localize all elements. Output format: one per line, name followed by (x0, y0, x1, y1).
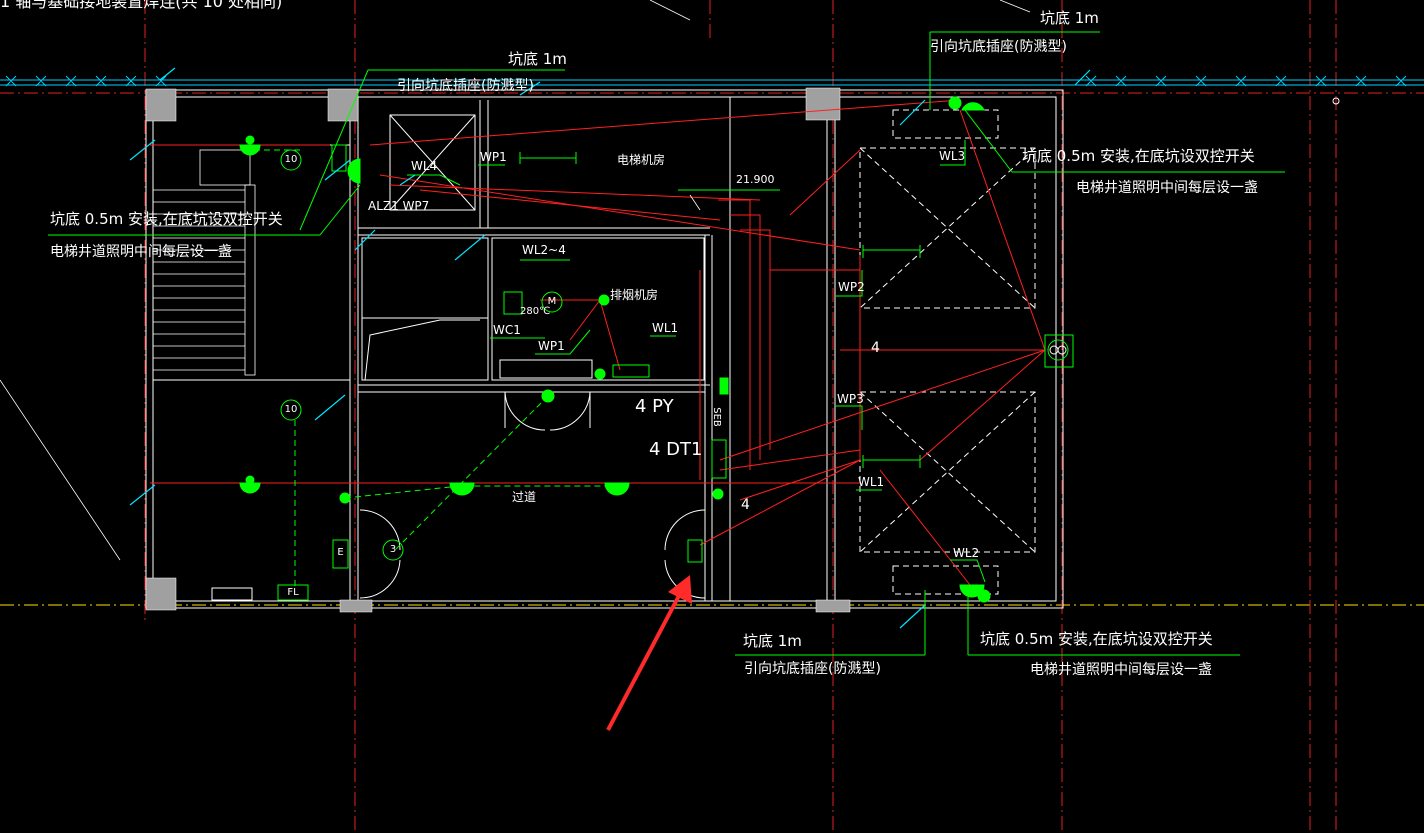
circuit-tag: WP3 (837, 392, 864, 406)
top-boundary-line (0, 75, 1424, 87)
socket-label: 引向坑底插座(防溅型) (744, 661, 881, 677)
shaft-light-note: 电梯井道照明中间每层设一盏 (1076, 180, 1258, 196)
equipment-box-label: E (337, 547, 344, 558)
equipment-box-label: FL (287, 587, 299, 598)
building-walls (145, 89, 1064, 609)
fixtures-green (48, 31, 1285, 656)
pit-1m-label: 坑底 1m (508, 50, 567, 68)
pit-05-instruction: 坑底 0.5m 安装,在底坑设双控开关 (50, 210, 283, 228)
motor-label: M (547, 296, 557, 307)
circuit-tag: WL2 (953, 546, 980, 560)
doors (211, 391, 706, 601)
annotation-arrow (606, 575, 692, 731)
circuit-tag: WL3 (939, 149, 966, 163)
fan-symbol (1049, 345, 1067, 355)
header-fragment-text: 1 轴与基础接地装置焊连(共 10 处相同) (0, 0, 283, 11)
temperature-tag: 280℃ (520, 306, 551, 317)
circuit-tag: WL1 (652, 321, 679, 335)
circuit-tag: ALZ1 WP7 (368, 199, 430, 213)
circuit-tag: WC1 (493, 323, 521, 337)
panel-tag: 4 PY (635, 396, 674, 417)
shaft-light-note: 电梯井道照明中间每层设一盏 (50, 244, 232, 260)
shaft-light-note: 电梯井道照明中间每层设一盏 (1030, 662, 1212, 678)
circle-number: 10 (284, 154, 298, 165)
elevation-mark: 21.900 (736, 173, 775, 186)
pit-05-instruction: 坑底 0.5m 安装,在底坑设双控开关 (1022, 147, 1255, 165)
structural-columns (145, 87, 851, 613)
circuit-tag: WP1 (480, 150, 507, 164)
room-label: 排烟机房 (610, 288, 659, 302)
seb-tag: SEB (710, 407, 722, 427)
number-tag: 4 (741, 497, 750, 513)
circle-number: 3 (389, 544, 397, 555)
pit-1m-label: 坑底 1m (743, 632, 802, 650)
circle-number: 10 (284, 404, 298, 415)
socket-label: 引向坑底插座(防溅型) (397, 78, 534, 94)
elevator-shafts (859, 109, 1036, 595)
number-tag: 4 (871, 340, 880, 356)
circuit-tag: WP2 (838, 280, 865, 294)
room-label: 过道 (512, 490, 537, 504)
wiring-red (150, 99, 1046, 586)
circuit-tag: WL2~4 (522, 243, 566, 257)
panel-tag: 4 DT1 (649, 439, 703, 460)
circuit-tag: WL1 (858, 475, 885, 489)
circuit-tag: WL4 (411, 159, 438, 173)
pit-1m-label: 坑底 1m (1040, 9, 1099, 27)
pit-05-instruction: 坑底 0.5m 安装,在底坑设双控开关 (980, 630, 1213, 648)
socket-label: 引向坑底插座(防溅型) (930, 39, 1067, 55)
circuit-tag: WP1 (538, 339, 565, 353)
room-label: 电梯机房 (617, 153, 666, 167)
